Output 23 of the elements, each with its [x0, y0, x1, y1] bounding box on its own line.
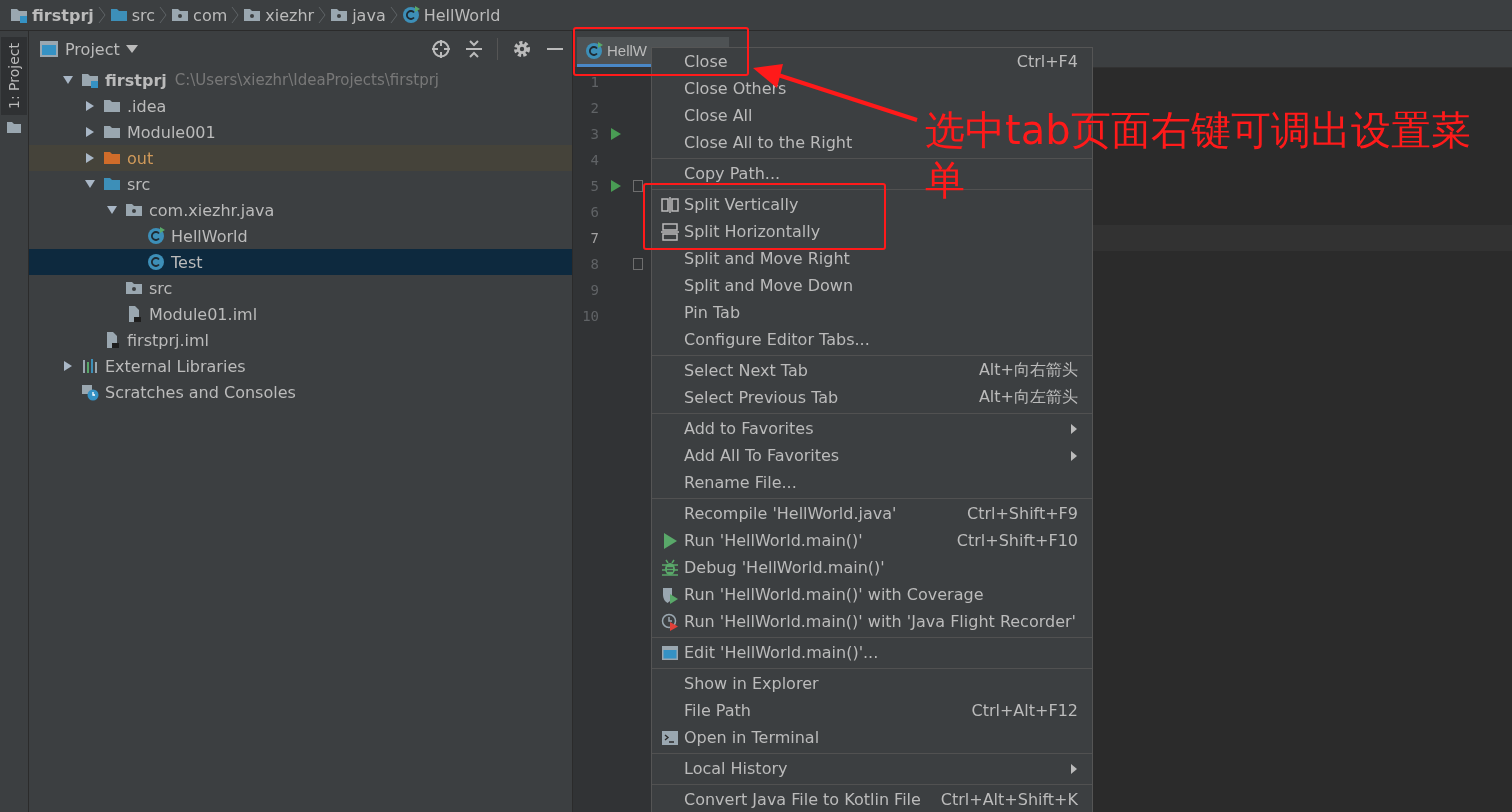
keyboard-shortcut: Alt+向右箭头 [978, 360, 1078, 381]
tree-item-label: Module001 [127, 122, 216, 142]
tree-item-label: src [149, 278, 173, 298]
tree-item-label: Module01.iml [149, 304, 258, 324]
keyboard-shortcut: Ctrl+Alt+Shift+K [940, 790, 1078, 809]
tree-item-label: Test [171, 252, 203, 272]
keyboard-shortcut: Ctrl+Shift+F9 [966, 504, 1078, 523]
tree-item-label: HellWorld [171, 226, 248, 246]
tree-item-label: External Libraries [105, 356, 246, 376]
keyboard-shortcut: Alt+向左箭头 [978, 387, 1078, 408]
keyboard-shortcut: Ctrl+Shift+F10 [956, 531, 1078, 550]
tree-item-label: firstprj.iml [127, 330, 209, 350]
tree-item-label: out [127, 148, 154, 168]
tree-item-label: firstprj [105, 70, 167, 90]
project-path: C:\Users\xiezhr\IdeaProjects\firstprj [174, 71, 439, 89]
annotation-text: 选中tab页面右键可调出设置菜单 [925, 106, 1472, 205]
keyboard-shortcut: Ctrl+Alt+F12 [971, 701, 1078, 720]
keyboard-shortcut: Ctrl+F4 [1016, 52, 1078, 71]
tree-item-label: src [127, 174, 151, 194]
tree-item-label: com.xiezhr.java [149, 200, 275, 220]
tree-item-label: Scratches and Consoles [105, 382, 296, 402]
tree-item-label: .idea [127, 96, 167, 116]
line-number: 7 [589, 230, 599, 246]
